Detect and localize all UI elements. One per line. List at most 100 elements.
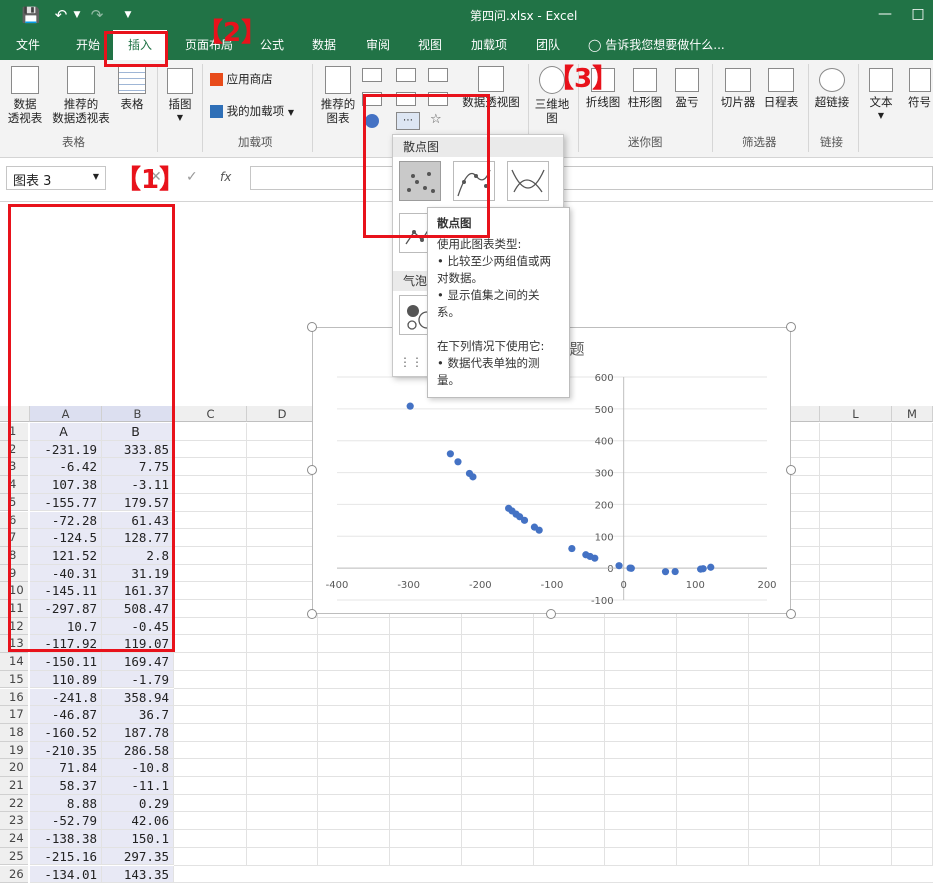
store-button[interactable]: 应用商店 xyxy=(210,72,290,86)
resize-handle[interactable] xyxy=(307,609,317,619)
cell-b[interactable]: 42.06 xyxy=(102,812,174,830)
cell-b[interactable]: 187.78 xyxy=(102,724,174,742)
tab-view[interactable]: 视图 xyxy=(410,30,450,60)
row-header[interactable]: 18 xyxy=(0,724,28,742)
tell-me-box[interactable]: ◯ 告诉我您想要做什么... xyxy=(588,30,738,60)
text-button[interactable]: 文本 ▼ xyxy=(864,68,898,123)
winloss-sparkline-button[interactable]: 盈亏 xyxy=(668,68,706,109)
row-header[interactable]: 26 xyxy=(0,866,28,883)
row-header[interactable]: 22 xyxy=(0,795,28,813)
row-header[interactable]: 23 xyxy=(0,812,28,830)
y-tick-label: 0 xyxy=(607,564,613,575)
formula-input[interactable] xyxy=(250,166,933,190)
row-header[interactable]: 25 xyxy=(0,848,28,866)
cell-a[interactable]: 71.84 xyxy=(30,759,102,777)
cell-a[interactable]: -46.87 xyxy=(30,706,102,724)
annotation-box-2 xyxy=(104,31,168,67)
cell-b[interactable]: -11.1 xyxy=(102,777,174,795)
cell-b[interactable]: 297.35 xyxy=(102,848,174,866)
x-tick-label: -200 xyxy=(469,580,492,591)
y-tick-label: 300 xyxy=(595,469,614,480)
scatter-smooth-lines-option[interactable] xyxy=(507,161,549,201)
annotation-label-1: 【1】 xyxy=(115,165,185,195)
cell-a[interactable]: -210.35 xyxy=(30,742,102,760)
row-header[interactable]: 17 xyxy=(0,706,28,724)
row-header[interactable]: 15 xyxy=(0,671,28,689)
name-box[interactable]: 图表 3▼ xyxy=(6,166,106,190)
cell-a[interactable]: -52.79 xyxy=(30,812,102,830)
tab-data[interactable]: 数据 xyxy=(304,30,344,60)
pivot-table-button[interactable]: 数据 透视表 xyxy=(5,66,45,125)
resize-handle[interactable] xyxy=(786,609,796,619)
scatter-point xyxy=(466,470,473,477)
waterfall-chart-icon[interactable] xyxy=(428,68,448,82)
sparkline-column-icon xyxy=(633,68,657,92)
cell-a[interactable]: -134.01 xyxy=(30,866,102,883)
insert-function-button[interactable]: fx xyxy=(220,170,231,184)
customize-toolbar-icon[interactable]: ▼ xyxy=(117,4,139,26)
row-header[interactable]: 20 xyxy=(0,759,28,777)
cell-b[interactable]: 36.7 xyxy=(102,706,174,724)
cell-b[interactable]: 358.94 xyxy=(102,689,174,707)
resize-handle[interactable] xyxy=(546,609,556,619)
undo-dropdown-icon[interactable]: ▼ xyxy=(66,4,88,26)
cell-b[interactable]: 0.29 xyxy=(102,795,174,813)
symbol-button[interactable]: 符号 xyxy=(906,68,933,109)
resize-handle[interactable] xyxy=(786,322,796,332)
recommended-charts-button[interactable]: 推荐的 图表 xyxy=(318,66,358,125)
grid-line xyxy=(819,423,820,866)
cell-b[interactable]: 150.1 xyxy=(102,830,174,848)
illustrations-button[interactable]: 插图 ▼ xyxy=(163,68,197,125)
column-header[interactable]: M xyxy=(892,406,933,422)
tab-review[interactable]: 审阅 xyxy=(358,30,398,60)
redo-icon[interactable]: ↷ xyxy=(86,4,108,26)
recommended-pivot-button[interactable]: 推荐的 数据透视表 xyxy=(52,66,110,125)
row-header[interactable]: 16 xyxy=(0,689,28,707)
hyperlink-button[interactable]: 超链接 xyxy=(812,68,852,109)
row-header[interactable]: 21 xyxy=(0,777,28,795)
column-header[interactable]: D xyxy=(247,406,318,422)
column-sparkline-button[interactable]: 柱形图 xyxy=(626,68,664,109)
store-icon xyxy=(210,73,223,86)
scatter-point xyxy=(505,505,512,512)
link-globe-icon xyxy=(819,68,845,92)
cell-b[interactable]: 169.47 xyxy=(102,653,174,671)
y-tick-label: -100 xyxy=(591,596,614,607)
tab-team[interactable]: 团队 xyxy=(526,30,570,60)
cell-a[interactable]: -215.16 xyxy=(30,848,102,866)
minimize-icon[interactable]: — xyxy=(870,0,900,30)
restore-icon[interactable]: □ xyxy=(903,0,933,30)
table-button[interactable]: 表格 xyxy=(116,66,148,111)
cell-a[interactable]: 58.37 xyxy=(30,777,102,795)
timeline-button[interactable]: 日程表 xyxy=(760,68,802,109)
cell-a[interactable]: -150.11 xyxy=(30,653,102,671)
resize-handle[interactable] xyxy=(786,465,796,475)
column-chart-icon[interactable] xyxy=(362,68,382,82)
slicer-button[interactable]: 切片器 xyxy=(718,68,758,109)
tab-file[interactable]: 文件 xyxy=(6,30,50,60)
row-header[interactable]: 19 xyxy=(0,742,28,760)
resize-handle[interactable] xyxy=(307,465,317,475)
my-addins-button[interactable]: 我的加载项 ▼ xyxy=(210,104,310,120)
cell-a[interactable]: 110.89 xyxy=(30,671,102,689)
cell-b[interactable]: 286.58 xyxy=(102,742,174,760)
cell-b[interactable]: -10.8 xyxy=(102,759,174,777)
enter-icon[interactable]: ✓ xyxy=(186,169,198,185)
cell-a[interactable]: -138.38 xyxy=(30,830,102,848)
row-header[interactable]: 14 xyxy=(0,653,28,671)
cell-a[interactable]: -160.52 xyxy=(30,724,102,742)
more-scatter-charts-icon[interactable]: ⋮⋮ xyxy=(399,355,423,369)
row-header[interactable]: 24 xyxy=(0,830,28,848)
hierarchy-chart-icon[interactable] xyxy=(396,68,416,82)
tab-addins[interactable]: 加载项 xyxy=(463,30,515,60)
recommended-charts-icon xyxy=(325,66,351,94)
x-tick-label: -400 xyxy=(326,580,349,591)
resize-handle[interactable] xyxy=(307,322,317,332)
cell-a[interactable]: -241.8 xyxy=(30,689,102,707)
column-header[interactable]: C xyxy=(175,406,247,422)
column-header[interactable]: L xyxy=(820,406,892,422)
cell-a[interactable]: 8.88 xyxy=(30,795,102,813)
cell-b[interactable]: -1.79 xyxy=(102,671,174,689)
save-icon[interactable]: 💾 xyxy=(20,4,42,26)
cell-b[interactable]: 143.35 xyxy=(102,866,174,883)
